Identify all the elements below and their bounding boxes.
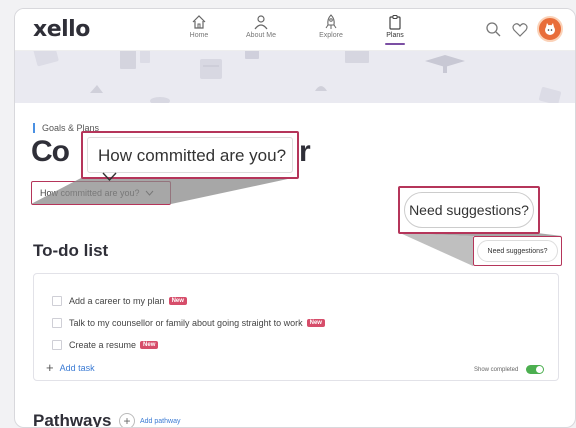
todo-list-card: Add a career to my plan New Talk to my c…	[33, 273, 559, 381]
nav-home[interactable]: Home	[169, 14, 229, 39]
commitment-select-label: How committed are you?	[40, 188, 140, 198]
rocket-icon	[325, 14, 337, 29]
nav-explore[interactable]: Explore	[301, 14, 361, 39]
nav-plans-label: Plans	[386, 32, 404, 39]
person-icon	[254, 15, 268, 30]
todo-item-label: Create a resume	[69, 340, 137, 350]
commitment-select-zoomed[interactable]: How committed are you?	[81, 131, 299, 182]
search-icon	[486, 22, 501, 37]
new-badge: New	[306, 319, 325, 327]
need-suggestions-button[interactable]: Need suggestions?	[473, 236, 562, 266]
need-suggestions-zoomed-label: Need suggestions?	[404, 192, 534, 228]
plus-icon: +	[46, 360, 54, 375]
nav-plans[interactable]: Plans	[365, 14, 425, 45]
chevron-down-icon	[145, 190, 154, 196]
xello-logo[interactable]: xello	[33, 17, 90, 42]
page-title-end: r	[299, 135, 311, 168]
new-badge: New	[140, 341, 159, 349]
page-title: Co	[31, 135, 70, 168]
plus-icon: +	[119, 413, 135, 427]
decorative-banner	[15, 51, 575, 103]
todo-checkbox[interactable]	[52, 340, 62, 350]
new-badge: New	[168, 297, 187, 305]
commitment-select-zoomed-label: How committed are you?	[98, 146, 287, 165]
pathways-heading: Pathways	[33, 411, 112, 428]
todo-item[interactable]: Create a resume New	[52, 338, 159, 352]
avatar[interactable]	[537, 16, 563, 42]
show-completed-toggle-group: Show completed	[474, 365, 545, 374]
todo-checkbox[interactable]	[52, 296, 62, 306]
need-suggestions-button-zoomed[interactable]: Need suggestions?	[398, 186, 540, 234]
avatar-icon	[545, 23, 555, 35]
commitment-select-zoomed-inner: How committed are you?	[87, 137, 293, 182]
favorites-button[interactable]	[512, 22, 528, 42]
chevron-down-icon	[102, 172, 117, 182]
todo-item[interactable]: Talk to my counsellor or family about go…	[52, 316, 325, 330]
nav-explore-label: Explore	[319, 32, 343, 39]
heart-icon	[512, 23, 528, 37]
need-suggestions-label: Need suggestions?	[477, 240, 558, 262]
add-task-button[interactable]: + Add task	[46, 360, 95, 375]
search-button[interactable]	[485, 21, 501, 42]
app-window: xello Home About Me Explore Plans Goals …	[14, 8, 576, 428]
nav-home-label: Home	[189, 32, 209, 39]
add-task-label: Add task	[59, 363, 95, 373]
show-completed-toggle[interactable]	[526, 365, 545, 374]
nav-about-me[interactable]: About Me	[231, 14, 291, 39]
banner-illustration	[33, 51, 562, 103]
todo-item-label: Add a career to my plan	[69, 296, 165, 306]
home-icon	[192, 15, 206, 29]
top-navigation-bar: xello Home About Me Explore Plans	[15, 9, 575, 51]
todo-list-heading: To-do list	[33, 241, 109, 260]
add-pathway-button[interactable]: + Add pathway	[119, 413, 180, 427]
show-completed-label: Show completed	[474, 366, 519, 373]
todo-item-label: Talk to my counsellor or family about go…	[69, 318, 303, 328]
todo-item[interactable]: Add a career to my plan New	[52, 294, 187, 308]
nav-about-me-label: About Me	[246, 32, 276, 39]
clipboard-icon	[389, 15, 401, 30]
todo-checkbox[interactable]	[52, 318, 62, 328]
